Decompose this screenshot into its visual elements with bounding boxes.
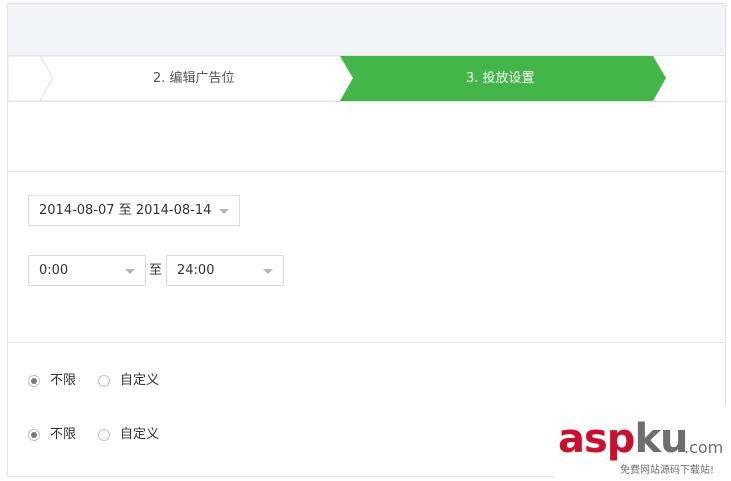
watermark-tagline: 免费网站源码下载站!: [620, 465, 715, 476]
watermark-brand-grey: ku: [634, 416, 688, 462]
watermark-brand-red: asp: [558, 416, 635, 462]
chevron-down-icon: [125, 269, 135, 274]
radio-unchecked-icon: [98, 429, 110, 441]
step-arrows: [8, 56, 666, 101]
divider: [8, 342, 725, 343]
radio-checked-icon: [28, 429, 40, 441]
radio-label: 不限: [50, 427, 77, 442]
watermark-brand: aspku: [558, 416, 689, 462]
start-time-value: 0:00: [39, 263, 69, 278]
end-time-value: 24:00: [177, 263, 215, 278]
radio-unchecked-icon: [98, 375, 110, 387]
radio-label: 自定义: [120, 427, 160, 442]
start-time-select[interactable]: 0:00: [28, 255, 146, 286]
date-range-select[interactable]: 2014-08-07 至 2014-08-14: [28, 195, 240, 226]
radio-checked-icon: [28, 375, 40, 387]
divider: [8, 101, 725, 102]
watermark-domain: .com: [684, 438, 724, 457]
time-range-separator: 至: [149, 263, 163, 278]
divider: [8, 171, 725, 172]
watermark-logo: aspku .com 免费网站源码下载站!: [554, 405, 731, 481]
chevron-down-icon: [263, 269, 273, 274]
radio-label: 自定义: [120, 373, 160, 388]
end-time-select[interactable]: 24:00: [166, 255, 284, 286]
step-2-label[interactable]: 2. 编辑广告位: [153, 56, 235, 101]
date-range-value: 2014-08-07 至 2014-08-14: [39, 203, 212, 218]
top-toolbar: [8, 4, 725, 56]
chevron-down-icon: [219, 209, 229, 214]
radio-label: 不限: [50, 373, 77, 388]
step-progress-bar: 2. 编辑广告位 3. 投放设置: [8, 56, 725, 101]
step-3-label[interactable]: 3. 投放设置: [466, 56, 535, 101]
